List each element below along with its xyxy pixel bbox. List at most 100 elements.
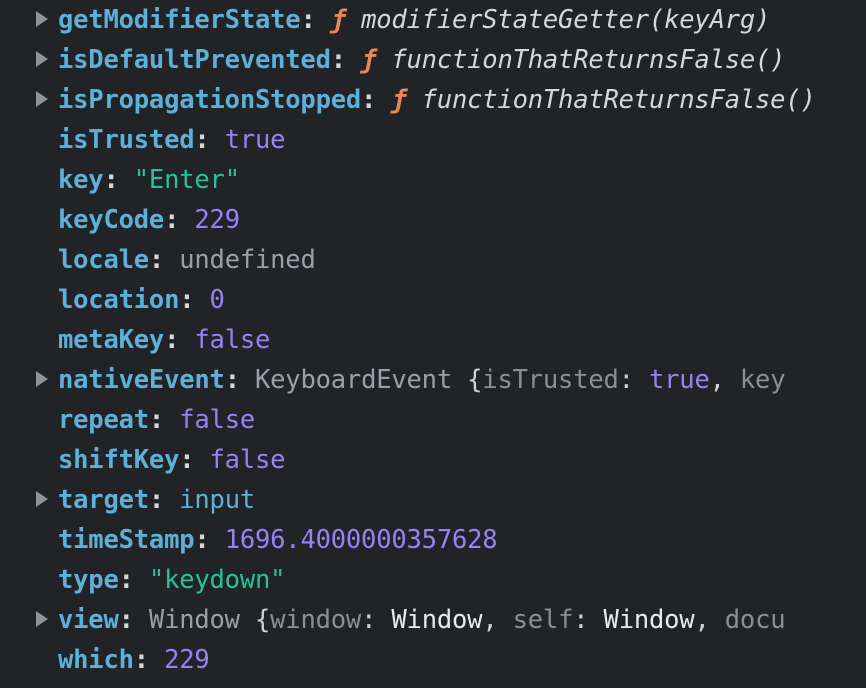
property-key: keyCode <box>58 205 164 235</box>
space <box>164 405 179 435</box>
preview-key: self <box>513 605 574 635</box>
preview-key: window <box>270 605 361 635</box>
property-key: key <box>58 165 103 195</box>
space <box>346 5 361 35</box>
property-value: true <box>225 125 286 155</box>
property-colon: : <box>149 405 164 435</box>
space <box>210 125 225 155</box>
property-colon: : <box>300 5 315 35</box>
property-colon: : <box>331 45 346 75</box>
property-key: metaKey <box>58 325 164 355</box>
space <box>376 45 391 75</box>
space <box>194 445 209 475</box>
property-value: "keydown" <box>149 565 285 595</box>
property-value: "Enter" <box>134 165 240 195</box>
disclosure-triangle-right-icon[interactable] <box>36 600 58 639</box>
property-row[interactable]: timeStamp: 1696.4000000357628 <box>0 520 866 560</box>
property-colon: : <box>179 285 194 315</box>
property-key: isDefaultPrevented <box>58 45 331 75</box>
property-list: getModifierState: ƒ modifierStateGetter(… <box>0 0 866 680</box>
space <box>164 245 179 275</box>
property-row[interactable]: repeat: false <box>0 400 866 440</box>
property-row[interactable]: isDefaultPrevented: ƒ functionThatReturn… <box>0 40 866 80</box>
property-value: undefined <box>179 245 315 275</box>
preview-colon: : <box>619 365 649 395</box>
preview-open-brace: { <box>467 365 482 395</box>
preview-value: Window <box>604 605 695 635</box>
preview-separator: , <box>482 605 512 635</box>
property-row[interactable]: key: "Enter" <box>0 160 866 200</box>
object-inspector-panel[interactable]: getModifierState: ƒ modifierStateGetter(… <box>0 0 866 688</box>
space <box>452 365 467 395</box>
preview-key: isTrusted <box>482 365 618 395</box>
disclosure-triangle-right-icon[interactable] <box>36 40 58 79</box>
property-colon: : <box>119 605 134 635</box>
property-colon: : <box>164 325 179 355</box>
property-colon: : <box>119 565 134 595</box>
property-value: false <box>179 405 255 435</box>
property-row[interactable]: which: 229 <box>0 640 866 680</box>
property-key: which <box>58 645 134 675</box>
space <box>240 605 255 635</box>
property-value-constructor: Window <box>149 605 240 635</box>
property-key: isPropagationStopped <box>58 85 361 115</box>
property-colon: : <box>149 485 164 515</box>
property-key: type <box>58 565 119 595</box>
property-row[interactable]: metaKey: false <box>0 320 866 360</box>
space <box>149 645 164 675</box>
property-row[interactable]: shiftKey: false <box>0 440 866 480</box>
property-colon: : <box>361 85 376 115</box>
preview-value: true <box>649 365 710 395</box>
preview-key: docu <box>725 605 786 635</box>
property-value: 0 <box>210 285 225 315</box>
property-value: 1696.4000000357628 <box>225 525 498 555</box>
space <box>316 5 331 35</box>
property-key: location <box>58 285 179 315</box>
property-colon: : <box>103 165 118 195</box>
property-key: getModifierState <box>58 5 300 35</box>
space <box>119 165 134 195</box>
preview-colon: : <box>361 605 391 635</box>
disclosure-triangle-right-icon[interactable] <box>36 0 58 39</box>
property-value-function: functionThatReturnsFalse() <box>422 85 816 115</box>
property-value: false <box>210 445 286 475</box>
space <box>407 85 422 115</box>
preview-key: key <box>740 365 785 395</box>
property-colon: : <box>194 525 209 555</box>
property-row[interactable]: target: input <box>0 480 866 520</box>
space <box>376 85 391 115</box>
property-value: 229 <box>194 205 239 235</box>
disclosure-triangle-right-icon[interactable] <box>36 480 58 519</box>
property-key: shiftKey <box>58 445 179 475</box>
space <box>164 485 179 515</box>
property-value: false <box>194 325 270 355</box>
function-f-icon: ƒ <box>331 5 346 35</box>
space <box>240 365 255 395</box>
preview-separator: , <box>710 365 740 395</box>
property-colon: : <box>164 205 179 235</box>
property-value-function: modifierStateGetter(keyArg) <box>361 5 770 35</box>
preview-open-brace: { <box>255 605 270 635</box>
property-row[interactable]: nativeEvent: KeyboardEvent {isTrusted: t… <box>0 360 866 400</box>
space <box>210 525 225 555</box>
property-row[interactable]: keyCode: 229 <box>0 200 866 240</box>
property-row[interactable]: isTrusted: true <box>0 120 866 160</box>
property-colon: : <box>179 445 194 475</box>
space <box>194 285 209 315</box>
space <box>179 325 194 355</box>
function-f-icon: ƒ <box>361 45 376 75</box>
property-row[interactable]: location: 0 <box>0 280 866 320</box>
property-row[interactable]: view: Window {window: Window, self: Wind… <box>0 600 866 640</box>
property-value-function: functionThatReturnsFalse() <box>391 45 785 75</box>
disclosure-triangle-right-icon[interactable] <box>36 360 58 399</box>
property-row[interactable]: isPropagationStopped: ƒ functionThatRetu… <box>0 80 866 120</box>
property-row[interactable]: getModifierState: ƒ modifierStateGetter(… <box>0 0 866 40</box>
property-key: locale <box>58 245 149 275</box>
disclosure-triangle-right-icon[interactable] <box>36 80 58 119</box>
property-row[interactable]: type: "keydown" <box>0 560 866 600</box>
property-key: target <box>58 485 149 515</box>
preview-value: Window <box>391 605 482 635</box>
preview-colon: : <box>573 605 603 635</box>
space <box>346 45 361 75</box>
property-row[interactable]: locale: undefined <box>0 240 866 280</box>
